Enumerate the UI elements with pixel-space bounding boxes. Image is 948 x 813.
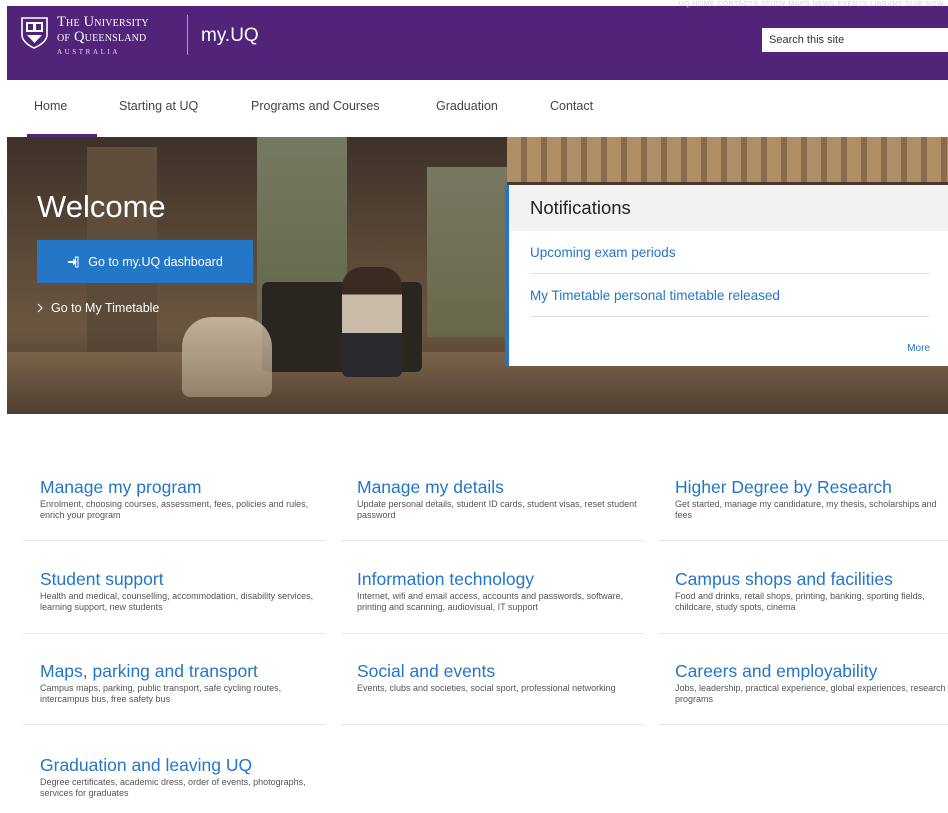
card-divider [23, 724, 326, 725]
card-careers-and-employability[interactable]: Careers and employability Jobs, leadersh… [675, 661, 948, 704]
notification-item[interactable]: Upcoming exam periods [530, 232, 929, 274]
site-title[interactable]: my.UQ [201, 25, 259, 47]
dashboard-button-label: Go to my.UQ dashboard [88, 254, 223, 269]
card-student-support[interactable]: Student support Health and medical, coun… [40, 569, 344, 612]
card-title[interactable]: Student support [40, 569, 344, 589]
hero-photo-student [342, 267, 402, 377]
nav-item-graduation[interactable]: Graduation [436, 99, 498, 113]
card-description: Food and drinks, retail shops, printing,… [675, 591, 925, 612]
card-title[interactable]: Manage my program [40, 477, 344, 497]
university-name: The University of Queensland AUSTRALIA [57, 14, 149, 57]
nav-item-starting-at-uq[interactable]: Starting at UQ [119, 99, 198, 113]
nav-item-contact[interactable]: Contact [550, 99, 593, 113]
card-description: Campus maps, parking, public transport, … [40, 683, 282, 704]
card-divider [341, 540, 644, 541]
card-title[interactable]: Manage my details [357, 477, 661, 497]
hero-photo-ceiling [507, 137, 948, 182]
card-higher-degree-by-research[interactable]: Higher Degree by Research Get started, m… [675, 477, 948, 520]
main-nav: Home Starting at UQ Programs and Courses… [7, 80, 948, 137]
notification-item[interactable]: My Timetable personal timetable released [530, 275, 929, 317]
site-header: The University of Queensland AUSTRALIA m… [7, 1, 948, 80]
hero-photo-window [427, 167, 507, 337]
card-description: Health and medical, counselling, accommo… [40, 591, 314, 612]
card-manage-my-details[interactable]: Manage my details Update personal detail… [357, 477, 661, 520]
card-campus-shops-and-facilities[interactable]: Campus shops and facilities Food and dri… [675, 569, 948, 612]
card-description: Jobs, leadership, practical experience, … [675, 683, 946, 704]
card-divider [659, 540, 948, 541]
card-divider [23, 540, 326, 541]
hero-photo-student [182, 317, 272, 397]
card-social-and-events[interactable]: Social and events Events, clubs and soci… [357, 661, 661, 694]
notifications-title: Notifications [509, 185, 948, 231]
card-description: Get started, manage my candidature, my t… [675, 499, 937, 520]
card-divider [659, 724, 948, 725]
card-divider [341, 724, 644, 725]
card-description: Update personal details, student ID card… [357, 499, 637, 520]
card-divider [23, 633, 326, 634]
nav-item-home[interactable]: Home [34, 99, 67, 113]
utility-links[interactable]: UQ HOME CONTACTS STUDY MAPS NEWS EVENTS … [679, 1, 944, 10]
university-name-country: AUSTRALIA [57, 48, 121, 56]
card-maps-parking-and-transport[interactable]: Maps, parking and transport Campus maps,… [40, 661, 344, 704]
card-description: Events, clubs and societies, social spor… [357, 683, 616, 693]
university-name-line1: The University [57, 14, 149, 30]
search-input[interactable] [762, 28, 948, 52]
card-title[interactable]: Careers and employability [675, 661, 948, 681]
card-title[interactable]: Graduation and leaving UQ [40, 755, 344, 775]
timetable-link[interactable]: Go to My Timetable [37, 301, 159, 315]
notifications-more-link[interactable]: More [907, 343, 930, 354]
card-title[interactable]: Social and events [357, 661, 661, 681]
timetable-link-label: Go to My Timetable [51, 301, 160, 315]
uq-crest-icon [21, 17, 48, 49]
uq-logo[interactable]: The University of Queensland AUSTRALIA [21, 14, 201, 57]
chevron-right-icon [37, 303, 43, 313]
card-title[interactable]: Higher Degree by Research [675, 477, 948, 497]
card-title[interactable]: Campus shops and facilities [675, 569, 948, 589]
university-name-line2: of Queensland [57, 29, 147, 45]
logo-divider [187, 15, 188, 55]
welcome-heading: Welcome [37, 189, 166, 224]
nav-item-programs-and-courses[interactable]: Programs and Courses [251, 99, 380, 113]
dashboard-button[interactable]: Go to my.UQ dashboard [37, 240, 253, 283]
card-title[interactable]: Information technology [357, 569, 661, 589]
card-title[interactable]: Maps, parking and transport [40, 661, 344, 681]
card-information-technology[interactable]: Information technology Internet, wifi an… [357, 569, 661, 612]
sign-in-icon [68, 256, 79, 267]
card-graduation-and-leaving-uq[interactable]: Graduation and leaving UQ Degree certifi… [40, 755, 344, 798]
card-divider [659, 633, 948, 634]
card-description: Degree certificates, academic dress, ord… [40, 777, 306, 798]
card-description: Enrolment, choosing courses, assessment,… [40, 499, 309, 520]
notifications-panel: Notifications Upcoming exam periods My T… [505, 185, 948, 366]
card-description: Internet, wifi and email access, account… [357, 591, 624, 612]
card-manage-my-program[interactable]: Manage my program Enrolment, choosing co… [40, 477, 344, 520]
card-divider [341, 633, 644, 634]
